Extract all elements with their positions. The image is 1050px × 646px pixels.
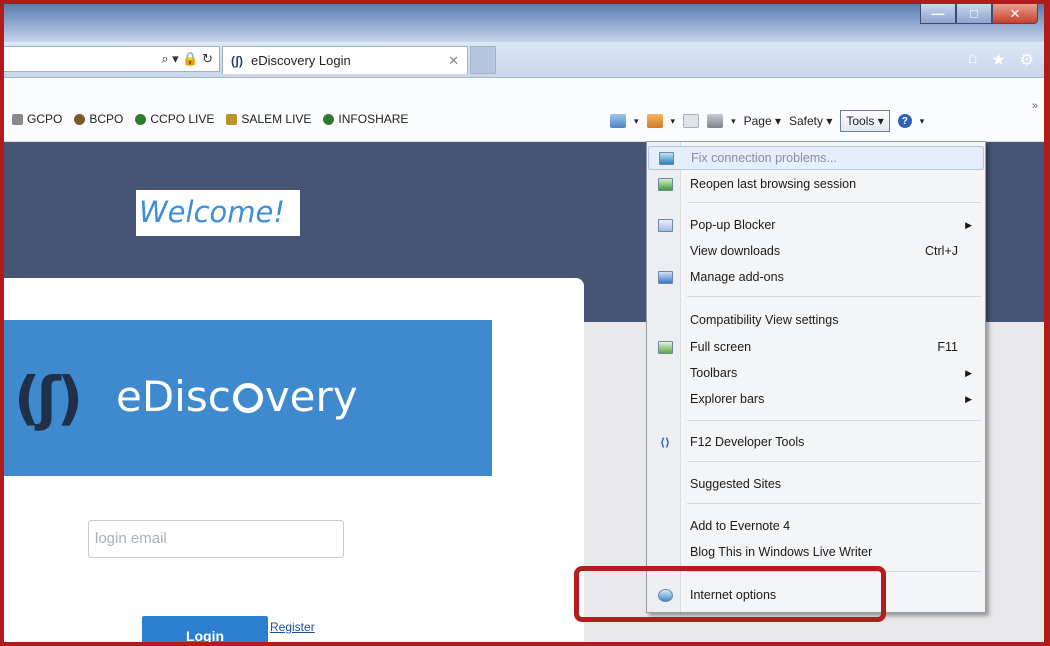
screenshot-frame: [0, 0, 1050, 646]
